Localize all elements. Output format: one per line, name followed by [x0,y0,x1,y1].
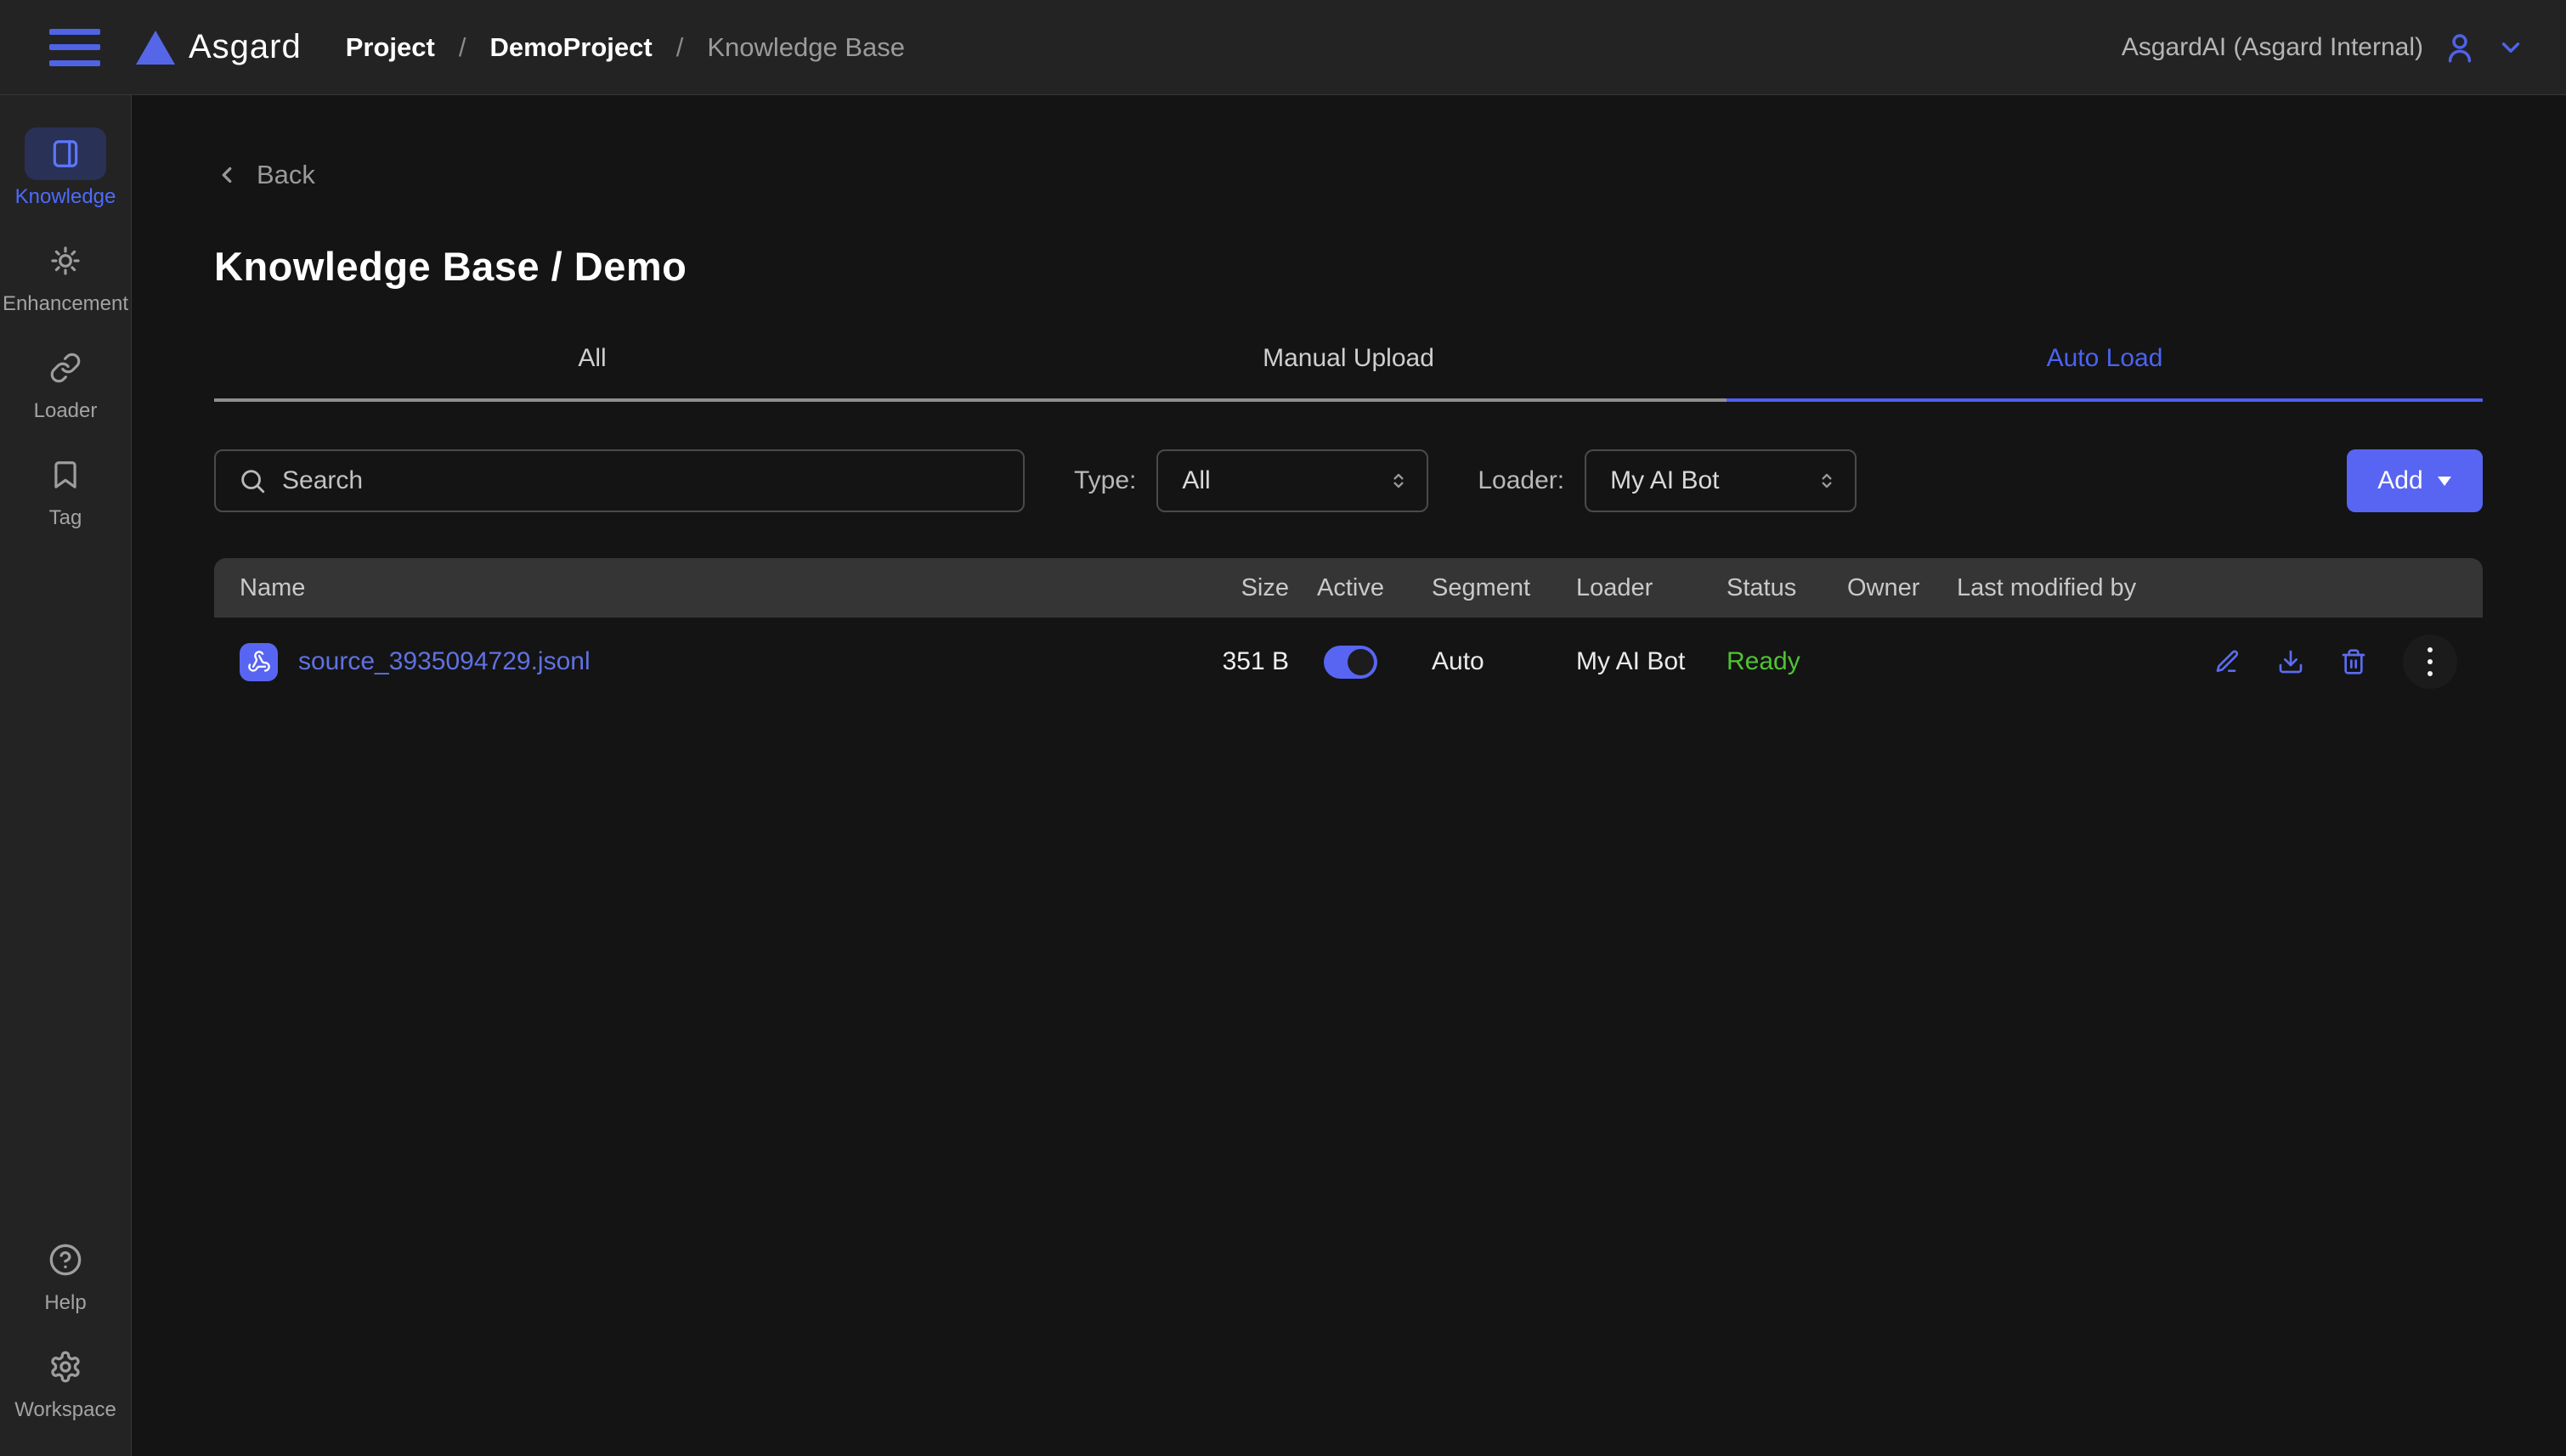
more-actions-icon[interactable] [2403,635,2457,689]
webhook-icon [247,650,271,674]
caret-down-icon [2437,475,2452,487]
sidebar-item-label: Enhancement [3,292,128,316]
add-button[interactable]: Add [2347,449,2483,512]
brand-name: Asgard [189,28,302,66]
sidebar-item-label: Workspace [14,1398,116,1422]
sidebar-item-loader[interactable]: Loader [0,341,131,423]
file-name-link[interactable]: source_3935094729.jsonl [298,647,591,676]
loader-value: My AI Bot [1548,647,1698,676]
sun-icon [49,245,82,277]
gear-icon [48,1350,82,1384]
bookmark-icon [49,459,82,491]
breadcrumb-demoproject[interactable]: DemoProject [489,32,652,63]
loader-label: Loader: [1478,466,1564,495]
type-select-value: All [1182,466,1210,495]
col-name: Name [240,574,1195,602]
filter-row: Type: All Loader: My AI Bot Add [214,449,2483,512]
sidebar: Knowledge Enhancement Loader [0,95,132,1456]
breadcrumb-project[interactable]: Project [346,32,435,63]
add-button-label: Add [2377,466,2422,495]
sidebar-item-label: Loader [34,399,98,423]
trash-icon[interactable] [2340,648,2367,675]
tab-all[interactable]: All [214,344,970,402]
sidebar-item-tag[interactable]: Tag [0,449,131,530]
link-icon [49,352,82,384]
search-box [214,449,1025,512]
col-segment: Segment [1404,574,1548,602]
menu-icon[interactable] [49,29,100,66]
col-status: Status [1698,574,1819,602]
app-logo: Asgard [136,28,302,66]
segment-value: Auto [1404,647,1548,676]
logo-triangle-icon [136,31,175,65]
sidebar-item-knowledge[interactable]: Knowledge [0,127,131,209]
file-type-badge [240,643,278,681]
tab-manual-upload[interactable]: Manual Upload [970,344,1727,402]
file-size: 351 B [1195,647,1297,676]
loader-select-value: My AI Bot [1610,466,1719,495]
loader-select[interactable]: My AI Bot [1585,449,1857,512]
type-select[interactable]: All [1156,449,1428,512]
help-circle-icon [48,1243,82,1277]
breadcrumb: Project / DemoProject / Knowledge Base [346,32,905,63]
col-loader: Loader [1548,574,1698,602]
chevron-left-icon [214,162,240,188]
status-badge: Ready [1698,647,1819,676]
table-row: source_3935094729.jsonl 351 B Auto My AI… [214,618,2483,706]
col-last-modified-by: Last modified by [1929,574,2143,602]
back-label: Back [257,160,315,190]
breadcrumb-separator: / [459,32,466,63]
breadcrumb-separator: / [676,32,684,63]
page-title: Knowledge Base / Demo [214,243,2483,290]
col-active: Active [1297,574,1404,602]
sidebar-item-label: Knowledge [15,185,116,209]
tab-auto-load[interactable]: Auto Load [1727,344,2483,402]
sidebar-item-label: Help [44,1291,86,1315]
table-header: Name Size Active Segment Loader Status O… [214,558,2483,618]
search-input[interactable] [282,466,1001,495]
main-content: Back Knowledge Base / Demo All Manual Up… [132,95,2566,1456]
chevron-down-icon[interactable] [2496,33,2525,62]
search-icon [238,466,267,495]
chevrons-up-down-icon [1816,470,1838,492]
col-size: Size [1195,574,1297,602]
account-name: AsgardAI (Asgard Internal) [2122,33,2423,62]
back-button[interactable]: Back [214,160,315,190]
user-icon[interactable] [2442,30,2478,65]
edit-icon[interactable] [2214,648,2241,675]
active-toggle[interactable] [1324,646,1377,679]
sidebar-item-workspace[interactable]: Workspace [0,1340,131,1422]
sidebar-item-enhancement[interactable]: Enhancement [0,234,131,316]
download-icon[interactable] [2277,648,2304,675]
tab-bar: All Manual Upload Auto Load [214,344,2483,402]
files-table: Name Size Active Segment Loader Status O… [214,558,2483,706]
type-label: Type: [1074,466,1136,495]
breadcrumb-knowledge-base: Knowledge Base [707,32,905,63]
col-owner: Owner [1819,574,1929,602]
top-bar: Asgard Project / DemoProject / Knowledge… [0,0,2566,95]
book-icon [49,138,82,170]
sidebar-item-label: Tag [49,506,82,530]
sidebar-item-help[interactable]: Help [0,1233,131,1315]
chevrons-up-down-icon [1388,470,1410,492]
